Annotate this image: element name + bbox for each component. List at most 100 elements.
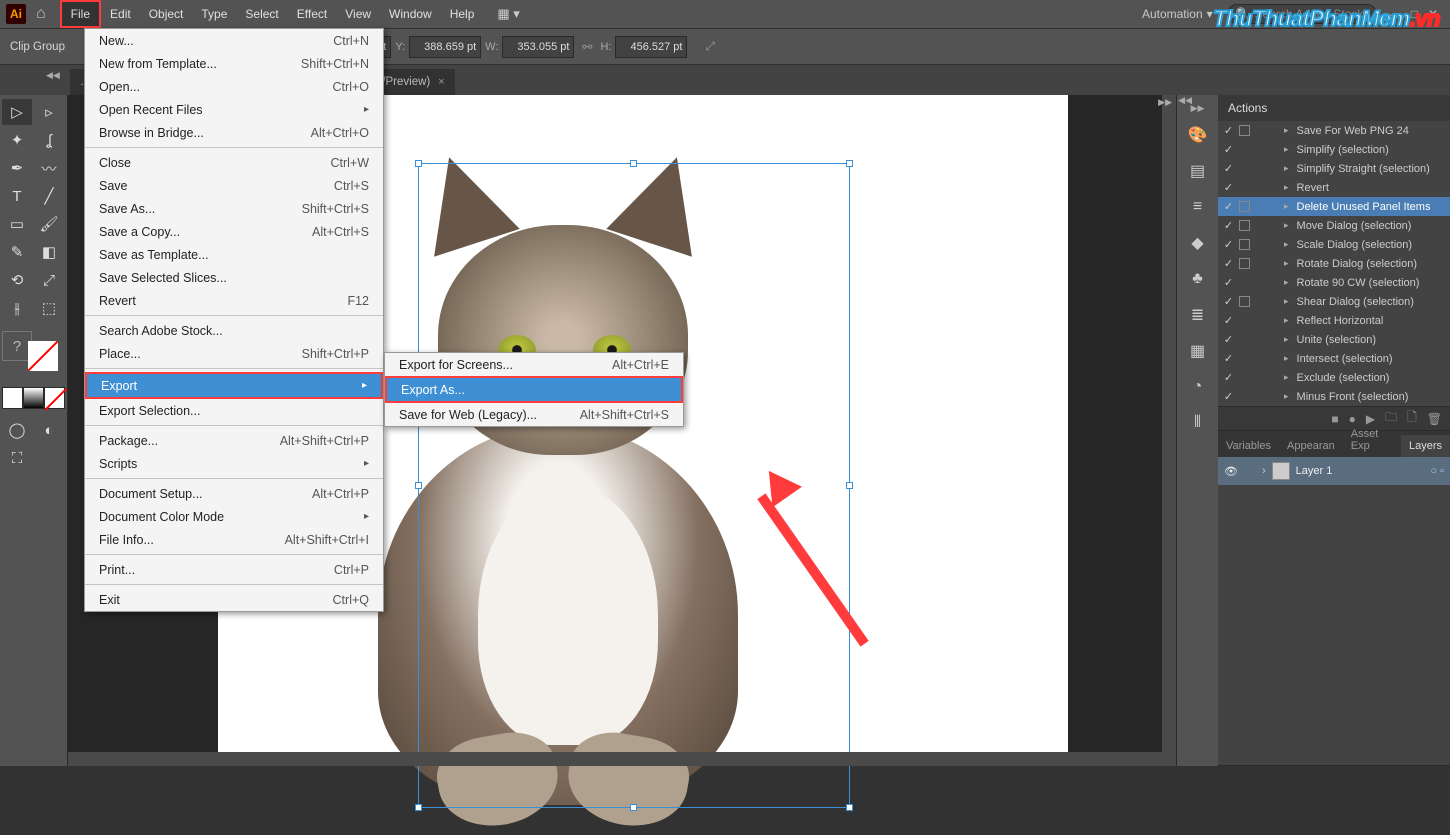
action-row[interactable]: ✓▸Exclude (selection) — [1218, 368, 1450, 387]
stroke-panel-icon[interactable]: ≡ — [1183, 192, 1213, 222]
menu-edit[interactable]: Edit — [101, 0, 140, 28]
file-menu-item[interactable]: Package...Alt+Shift+Ctrl+P — [85, 429, 383, 452]
transparency-panel-icon[interactable]: ◔ — [1183, 372, 1213, 402]
file-menu-item[interactable]: SaveCtrl+S — [85, 174, 383, 197]
action-row[interactable]: ✓▸Simplify Straight (selection) — [1218, 159, 1450, 178]
scrollbar-horizontal[interactable] — [68, 752, 1162, 766]
file-menu-item[interactable]: Search Adobe Stock... — [85, 319, 383, 342]
file-menu-item[interactable]: Export▸ — [87, 374, 381, 397]
action-row[interactable]: ✓▸Minus Front (selection) — [1218, 387, 1450, 406]
layer-row[interactable]: 👁 › Layer 1 ○ ▫ — [1218, 457, 1450, 485]
eraser-tool[interactable]: ◧ — [34, 239, 64, 265]
file-menu-item[interactable]: Scripts▸ — [85, 452, 383, 475]
type-tool[interactable]: T — [2, 183, 32, 209]
actions-panel-header[interactable]: Actions — [1218, 95, 1450, 121]
collapse-right-icon[interactable]: ▶▶ — [1158, 97, 1172, 108]
brushes-panel-icon[interactable]: ≣ — [1183, 300, 1213, 330]
file-menu-item[interactable]: File Info...Alt+Shift+Ctrl+I — [85, 528, 383, 551]
file-menu-item[interactable]: Save as Template... — [85, 243, 383, 266]
action-row[interactable]: ✓▸Shear Dialog (selection) — [1218, 292, 1450, 311]
file-menu-item[interactable]: Open Recent Files▸ — [85, 98, 383, 121]
menu-effect[interactable]: Effect — [288, 0, 336, 28]
menu-view[interactable]: View — [336, 0, 380, 28]
file-menu-item[interactable]: Export Selection... — [85, 399, 383, 422]
selection-bounding-box[interactable] — [418, 163, 850, 808]
collapse-toolbar-icon[interactable]: ◀◀ — [46, 70, 60, 81]
file-menu-item[interactable]: Document Color Mode▸ — [85, 505, 383, 528]
tab-variables[interactable]: Variables — [1218, 435, 1279, 457]
screen-mode[interactable]: ⛶ — [2, 445, 32, 471]
action-row[interactable]: ✓▸Move Dialog (selection) — [1218, 216, 1450, 235]
lasso-tool[interactable]: ʆ — [34, 127, 64, 153]
selection-tool[interactable]: ▷ — [2, 99, 32, 125]
properties-panel-icon[interactable]: ▤ — [1183, 156, 1213, 186]
menu-file[interactable]: File — [60, 0, 101, 28]
file-menu-item[interactable]: New...Ctrl+N — [85, 29, 383, 52]
collapse-dock-icon[interactable]: ▶▶ — [1191, 103, 1205, 114]
action-row[interactable]: ✓▸Rotate 90 CW (selection) — [1218, 273, 1450, 292]
action-row[interactable]: ✓▸Rotate Dialog (selection) — [1218, 254, 1450, 273]
arrange-documents-icon[interactable]: ▦ ▾ — [497, 6, 519, 22]
menu-select[interactable]: Select — [236, 0, 287, 28]
libraries-panel-icon[interactable]: ◆ — [1183, 228, 1213, 258]
file-menu-item[interactable]: RevertF12 — [85, 289, 383, 312]
file-menu-item[interactable]: Browse in Bridge...Alt+Ctrl+O — [85, 121, 383, 144]
action-row[interactable]: ✓▸Simplify (selection) — [1218, 140, 1450, 159]
symbols-panel-icon[interactable]: ♣ — [1183, 264, 1213, 294]
scale-strokes-icon[interactable]: ⤢ — [701, 39, 719, 54]
export-submenu-item[interactable]: Export As... — [387, 378, 681, 401]
action-row[interactable]: ✓▸Scale Dialog (selection) — [1218, 235, 1450, 254]
curvature-tool[interactable]: 〰 — [34, 155, 64, 181]
tab-layers[interactable]: Layers — [1401, 435, 1450, 457]
h-input[interactable]: 456.527 pt — [615, 36, 687, 58]
direct-selection-tool[interactable]: ▹ — [34, 99, 64, 125]
magic-wand-tool[interactable]: ✦ — [2, 127, 32, 153]
action-row[interactable]: ✓▸Delete Unused Panel Items — [1218, 197, 1450, 216]
action-row[interactable]: ✓▸Save For Web PNG 24 — [1218, 121, 1450, 140]
action-row[interactable]: ✓▸Reflect Horizontal — [1218, 311, 1450, 330]
menu-object[interactable]: Object — [140, 0, 193, 28]
visibility-icon[interactable]: 👁 — [1224, 465, 1238, 478]
file-menu-item[interactable]: Save As...Shift+Ctrl+S — [85, 197, 383, 220]
file-menu-item[interactable]: Open...Ctrl+O — [85, 75, 383, 98]
close-tab-icon[interactable]: × — [438, 76, 444, 88]
file-menu-item[interactable]: Place...Shift+Ctrl+P — [85, 342, 383, 365]
fill-stroke-swatches[interactable]: ? — [2, 331, 65, 371]
file-menu-item[interactable]: CloseCtrl+W — [85, 151, 383, 174]
tab-asset-export[interactable]: Asset Exp — [1343, 423, 1401, 457]
file-menu-item[interactable]: Document Setup...Alt+Ctrl+P — [85, 482, 383, 505]
menu-type[interactable]: Type — [192, 0, 236, 28]
scrollbar-vertical[interactable] — [1162, 95, 1176, 766]
color-mode-swatches[interactable] — [2, 387, 65, 409]
stop-icon[interactable]: ■ — [1331, 412, 1338, 426]
file-menu-item[interactable]: Save a Copy...Alt+Ctrl+S — [85, 220, 383, 243]
file-menu-item[interactable]: ExitCtrl+Q — [85, 588, 383, 611]
shaper-tool[interactable]: ✎ — [2, 239, 32, 265]
draw-mode-behind[interactable]: ◐ — [34, 417, 64, 443]
line-tool[interactable]: ╱ — [34, 183, 64, 209]
gradient-panel-icon[interactable]: ▦ — [1183, 336, 1213, 366]
export-submenu-item[interactable]: Export for Screens...Alt+Ctrl+E — [385, 353, 683, 376]
file-menu-item[interactable]: New from Template...Shift+Ctrl+N — [85, 52, 383, 75]
menu-window[interactable]: Window — [380, 0, 441, 28]
draw-mode-normal[interactable]: ◯ — [2, 417, 32, 443]
action-row[interactable]: ✓▸Intersect (selection) — [1218, 349, 1450, 368]
file-menu-item[interactable]: Save Selected Slices... — [85, 266, 383, 289]
scale-tool[interactable]: ⤢ — [34, 267, 64, 293]
home-icon[interactable]: ⌂ — [36, 5, 46, 23]
menu-help[interactable]: Help — [441, 0, 484, 28]
paintbrush-tool[interactable]: 🖌 — [34, 211, 64, 237]
delete-icon[interactable]: 🗑 — [1427, 412, 1442, 426]
w-input[interactable]: 353.055 pt — [502, 36, 574, 58]
color-panel-icon[interactable]: 🎨 — [1183, 120, 1213, 150]
layer-name[interactable]: Layer 1 — [1296, 465, 1333, 477]
workspace-switcher[interactable]: Automation▾ — [1134, 7, 1221, 21]
free-transform-tool[interactable]: ⬚ — [34, 295, 64, 321]
pen-tool[interactable]: ✒ — [2, 155, 32, 181]
align-panel-icon[interactable]: ⫴ — [1183, 408, 1213, 438]
export-submenu-item[interactable]: Save for Web (Legacy)...Alt+Shift+Ctrl+S — [385, 403, 683, 426]
rotate-tool[interactable]: ⟲ — [2, 267, 32, 293]
tab-appearance[interactable]: Appearan — [1279, 435, 1343, 457]
link-wh-icon[interactable]: ⚯ — [578, 40, 596, 54]
action-row[interactable]: ✓▸Unite (selection) — [1218, 330, 1450, 349]
